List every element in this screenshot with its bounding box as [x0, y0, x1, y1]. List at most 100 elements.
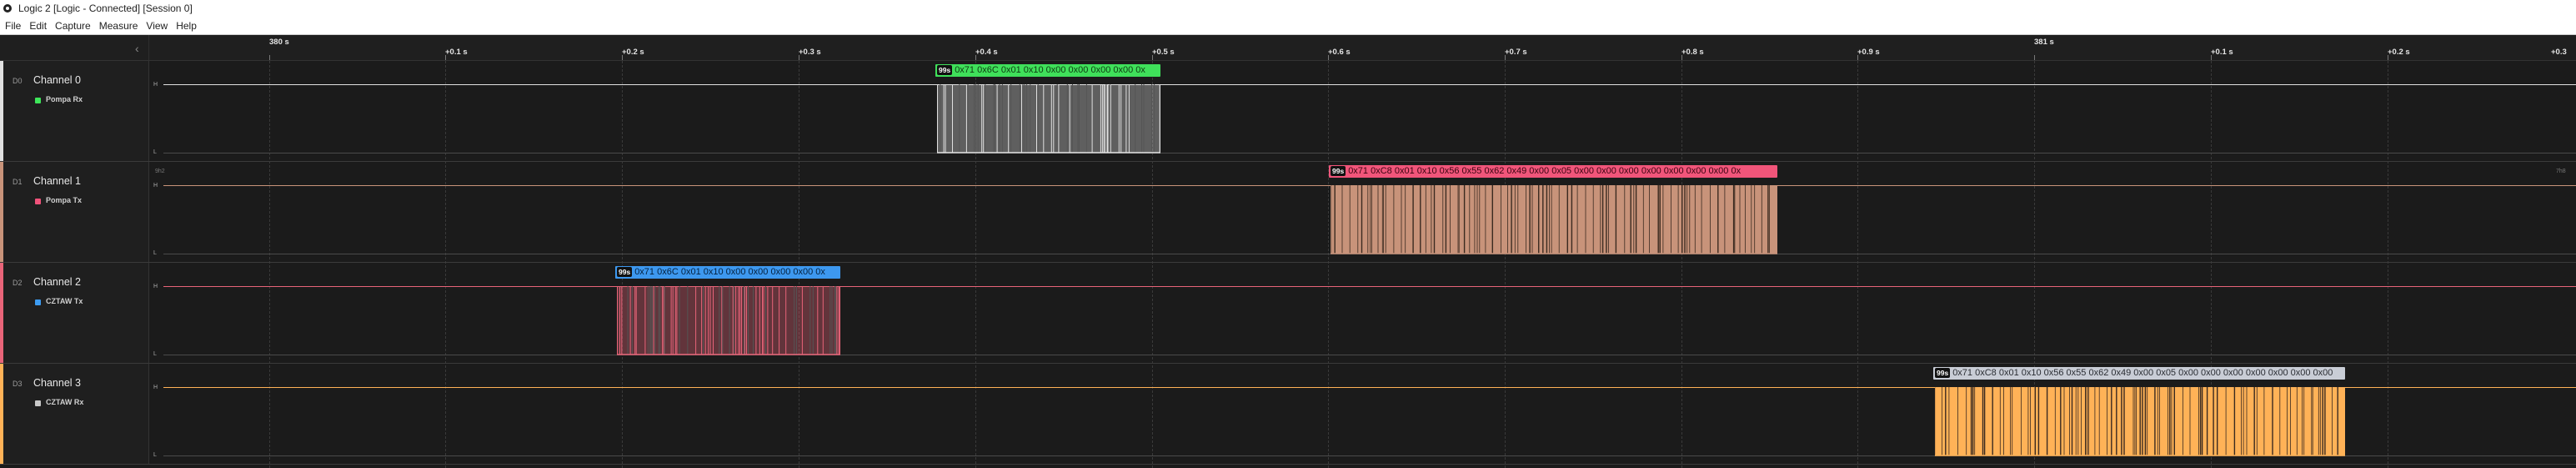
- ruler-tick: [1857, 55, 1858, 60]
- signal-high-line: [163, 286, 2576, 287]
- signal-waveform: [937, 84, 1160, 153]
- channel-name[interactable]: Channel 1: [33, 175, 81, 187]
- channel-header-d3[interactable]: D3 Channel 3 CZTAW Rx: [0, 364, 149, 464]
- analyzer-color-swatch: [35, 199, 41, 204]
- menu-measure[interactable]: Measure: [95, 18, 143, 34]
- menu-view[interactable]: View: [142, 18, 172, 34]
- channel-id: D1: [13, 178, 23, 186]
- ruler-tick: [2034, 55, 2035, 60]
- ruler-label-1.2: +0.2 s: [2388, 48, 2410, 57]
- ruler-divider: [148, 35, 149, 60]
- menu-edit[interactable]: Edit: [25, 18, 51, 34]
- channel-id: D0: [13, 77, 23, 85]
- ruler-tick: [1152, 55, 1153, 60]
- ruler-label-0.6: +0.6 s: [1328, 48, 1351, 57]
- ruler-label-0.9: +0.9 s: [1857, 48, 1880, 57]
- channel-id: D3: [13, 380, 23, 388]
- ruler-label-0.2: +0.2 s: [622, 48, 644, 57]
- ruler-label-0.3: +0.3 s: [799, 48, 821, 57]
- low-level-label: L: [153, 250, 157, 256]
- ruler-tick: [1328, 55, 1329, 60]
- channel-name[interactable]: Channel 3: [33, 377, 81, 389]
- high-level-label: H: [153, 183, 158, 189]
- high-level-label: H: [153, 385, 158, 390]
- low-level-label: L: [153, 452, 157, 458]
- protocol-frame-bubble[interactable]: 99s 0x71 0x6C 0x01 0x10 0x00 0x00 0x00 0x…: [935, 64, 1160, 77]
- frame-data: 0x71 0x6C 0x01 0x10 0x00 0x00 0x00 0x00 …: [634, 267, 825, 277]
- frame-badge: 99s: [1331, 166, 1346, 176]
- channel-color-strip: [0, 162, 3, 262]
- analyzer-name: CZTAW Rx: [46, 398, 84, 406]
- channel-row-d1[interactable]: D1 Channel 1 Pompa Tx 9h2 7h8 H L 99s 0x7…: [0, 162, 2576, 263]
- window-title: Logic 2 [Logic - Connected] [Session 0]: [18, 3, 193, 14]
- menu-help[interactable]: Help: [172, 18, 201, 34]
- ruler-label-0.5: +0.5 s: [1152, 48, 1175, 57]
- frame-data: 0x71 0xC8 0x01 0x10 0x56 0x55 0x62 0x49 …: [1952, 368, 2333, 378]
- time-ruler[interactable]: ‹ 380 s +0.1 s +0.2 s +0.3 s +0.4 s +0.5…: [0, 35, 2576, 61]
- corner-indicator-left: 9h2: [155, 169, 165, 174]
- title-bar: Logic 2 [Logic - Connected] [Session 0]: [0, 0, 2576, 18]
- channel-header-d0[interactable]: D0 Channel 0 Pompa Rx: [0, 61, 149, 161]
- analyzer-color-swatch: [35, 400, 41, 406]
- ruler-tick: [1505, 55, 1506, 60]
- ruler-label-1.3: +0.3: [2551, 48, 2567, 57]
- ruler-label-0.7: +0.7 s: [1505, 48, 1527, 57]
- collapse-sidebar-icon[interactable]: ‹: [135, 42, 139, 55]
- logic-app-icon: [3, 4, 12, 13]
- menu-capture[interactable]: Capture: [51, 18, 95, 34]
- channel-color-strip: [0, 61, 3, 161]
- protocol-frame-bubble[interactable]: 99s 0x71 0xC8 0x01 0x10 0x56 0x55 0x62 0x…: [1329, 165, 1777, 178]
- analyzer-color-swatch: [35, 299, 41, 305]
- ruler-label-major-380: 380 s: [269, 38, 289, 47]
- high-level-label: H: [153, 284, 158, 289]
- analyzer-name: CZTAW Tx: [46, 297, 83, 305]
- ruler-tick: [622, 55, 623, 60]
- channel-name[interactable]: Channel 0: [33, 74, 81, 86]
- frame-badge: 99s: [1935, 368, 1951, 378]
- channel-row-d2[interactable]: D2 Channel 2 CZTAW Tx H L 99s 0x71 0x6C 0…: [0, 263, 2576, 364]
- signal-burst-d0[interactable]: [937, 84, 1160, 153]
- signal-waveform: [1935, 387, 2345, 456]
- protocol-frame-bubble[interactable]: 99s 0x71 0xC8 0x01 0x10 0x56 0x55 0x62 0x…: [1933, 367, 2345, 380]
- channel-header-d1[interactable]: D1 Channel 1 Pompa Tx: [0, 162, 149, 262]
- low-level-label: L: [153, 149, 157, 155]
- signal-high-line: [163, 84, 2576, 85]
- protocol-frame-bubble[interactable]: 99s 0x71 0x6C 0x01 0x10 0x00 0x00 0x00 0x…: [615, 266, 840, 279]
- ruler-label-0.8: +0.8 s: [1681, 48, 1704, 57]
- channel-header-d2[interactable]: D2 Channel 2 CZTAW Tx: [0, 263, 149, 363]
- channel-color-strip: [0, 364, 3, 464]
- ruler-tick: [445, 55, 446, 60]
- frame-badge: 99s: [937, 65, 953, 75]
- signal-waveform: [1331, 185, 1777, 254]
- signal-burst-d1[interactable]: [1331, 185, 1777, 254]
- signal-waveform: [617, 286, 840, 355]
- channel-row-d0[interactable]: D0 Channel 0 Pompa Rx H L 99s 0x71 0x6C 0…: [0, 61, 2576, 162]
- analyzer-name: Pompa Tx: [46, 196, 83, 204]
- ruler-label-1.1: +0.1 s: [2211, 48, 2233, 57]
- frame-data: 0x71 0xC8 0x01 0x10 0x56 0x55 0x62 0x49 …: [1348, 166, 1742, 176]
- corner-indicator-right: 7h8: [2556, 169, 2566, 174]
- ruler-tick: [975, 55, 976, 60]
- low-level-label: L: [153, 351, 157, 357]
- ruler-tick: [269, 55, 270, 60]
- channel-color-strip: [0, 263, 3, 363]
- channel-id: D2: [13, 279, 23, 287]
- ruler-tick: [1681, 55, 1682, 60]
- high-level-label: H: [153, 82, 158, 88]
- ruler-label-major-381: 381 s: [2034, 38, 2054, 47]
- ruler-tick: [2211, 55, 2212, 60]
- signal-fill: [617, 286, 840, 355]
- signal-burst-d2[interactable]: [617, 286, 840, 355]
- frame-badge: 99s: [617, 267, 633, 277]
- menu-bar: File Edit Capture Measure View Help: [0, 18, 2576, 35]
- signal-fill: [937, 84, 1160, 153]
- analyzer-color-swatch: [35, 98, 41, 103]
- signal-burst-d3[interactable]: [1935, 387, 2345, 456]
- ruler-label-0.4: +0.4 s: [975, 48, 998, 57]
- ruler-label-0.1: +0.1 s: [445, 48, 468, 57]
- channel-row-d3[interactable]: D3 Channel 3 CZTAW Rx H L 99s 0x71 0xC8 0…: [0, 364, 2576, 465]
- menu-file[interactable]: File: [0, 18, 25, 34]
- frame-data: 0x71 0x6C 0x01 0x10 0x00 0x00 0x00 0x00 …: [955, 65, 1145, 75]
- analyzer-name: Pompa Rx: [46, 95, 83, 103]
- channel-name[interactable]: Channel 2: [33, 276, 81, 288]
